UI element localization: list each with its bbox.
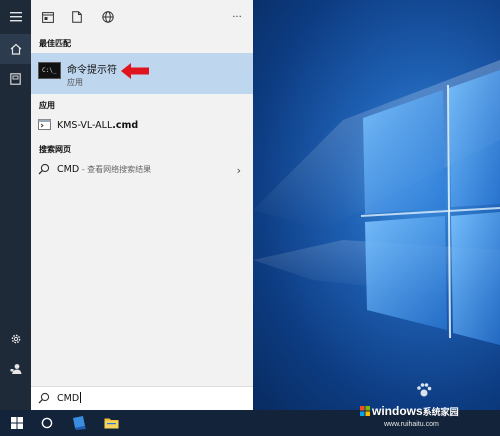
start-left-rail: [0, 0, 31, 410]
search-web-header: 搜索网页: [39, 145, 71, 154]
file-explorer-button[interactable]: [96, 410, 126, 436]
search-box[interactable]: CMD: [31, 386, 253, 411]
watermark-brand-cn: 系统家园: [422, 407, 459, 417]
paw-watermark-icon: [417, 383, 432, 397]
feedback-button[interactable]: [0, 354, 31, 384]
app-result-extension: .cmd: [112, 120, 139, 131]
desktop-wallpaper: [253, 0, 500, 410]
more-options-button[interactable]: ···: [229, 9, 245, 25]
web-search-query: CMD: [57, 164, 80, 175]
app-result-label: KMS-VL-ALL.cmd: [57, 120, 138, 131]
best-match-subtitle: 应用: [67, 78, 83, 87]
apps-filter-button[interactable]: [40, 9, 56, 25]
watermark-url: www.ruihaitu.com: [384, 421, 439, 428]
red-arrow-annotation-icon: [121, 63, 149, 79]
web-search-result[interactable]: CMD - 查看网络搜索结果 ›: [31, 160, 253, 180]
notebook-button[interactable]: [0, 64, 31, 94]
documents-filter-button[interactable]: [69, 9, 85, 25]
filter-toolbar: ···: [31, 0, 253, 34]
best-match-header: 最佳匹配: [39, 39, 71, 48]
notebook-icon: [10, 73, 21, 85]
hamburger-icon: [9, 12, 22, 22]
search-icon: [38, 392, 50, 404]
taskbar-app-button[interactable]: [64, 410, 94, 436]
folder-icon: [104, 418, 118, 429]
apps-filter-icon: [42, 11, 54, 23]
app-result-name: KMS-VL-ALL: [57, 120, 113, 131]
windows-flag-watermark-icon: [360, 406, 370, 416]
search-icon: [38, 163, 50, 175]
chevron-right-icon: ›: [236, 164, 241, 177]
home-button[interactable]: [0, 34, 31, 64]
windows-logo-icon: [11, 417, 23, 429]
cmd-file-icon: [38, 119, 51, 130]
command-prompt-app-icon: C:\_: [38, 62, 61, 79]
text-caret: [80, 392, 82, 403]
apps-header: 应用: [39, 101, 55, 110]
app-shortcut-icon: [73, 416, 86, 430]
search-input[interactable]: CMD: [57, 392, 82, 404]
web-search-hint: - 查看网络搜索结果: [79, 165, 152, 174]
search-results-panel: ··· 最佳匹配 C:\_ 命令提示符 应用 应用 KMS-VL-ALL.cmd…: [31, 0, 253, 411]
cortana-button[interactable]: [32, 410, 62, 436]
settings-button[interactable]: [0, 324, 31, 354]
search-input-value: CMD: [57, 393, 80, 404]
watermark-brand-en: windows: [372, 404, 423, 418]
globe-icon: [102, 11, 114, 23]
hamburger-menu-button[interactable]: [0, 2, 31, 32]
cortana-circle-icon: [41, 417, 53, 429]
web-search-label: CMD - 查看网络搜索结果: [57, 164, 151, 175]
document-icon: [72, 11, 82, 23]
app-result-kms-vl-all[interactable]: KMS-VL-ALL.cmd: [31, 116, 253, 136]
watermark-brand: windows系统家园: [372, 404, 459, 418]
home-icon: [10, 43, 21, 55]
best-match-result[interactable]: C:\_ 命令提示符 应用: [31, 53, 253, 94]
watermark: windows系统家园 www.ruihaitu.com: [360, 383, 500, 436]
person-feedback-icon: [10, 364, 21, 374]
web-filter-button[interactable]: [100, 9, 116, 25]
best-match-title: 命令提示符: [67, 65, 117, 76]
gear-icon: [11, 334, 20, 344]
start-button[interactable]: [2, 410, 32, 436]
